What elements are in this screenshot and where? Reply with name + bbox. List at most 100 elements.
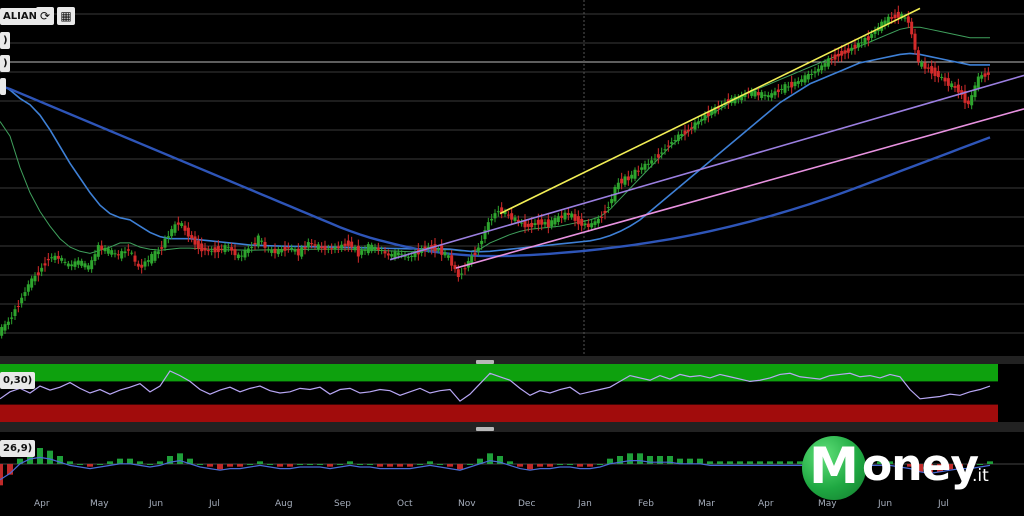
- candle-body: [796, 81, 800, 84]
- candle-body: [30, 278, 34, 288]
- candle-body: [943, 77, 947, 82]
- candle-body: [676, 134, 680, 141]
- candle-body: [406, 256, 410, 258]
- macd-bar: [637, 453, 643, 464]
- candle-body: [810, 73, 814, 75]
- candle-body: [683, 130, 687, 135]
- candle-body: [456, 269, 460, 278]
- candle-body: [696, 121, 700, 125]
- candle-body: [323, 245, 327, 250]
- candle-body: [310, 243, 314, 245]
- refresh-icon[interactable]: ⟳: [36, 7, 54, 25]
- indicator-tag-1[interactable]: ): [0, 32, 10, 49]
- candle-body: [816, 68, 820, 72]
- candle-body: [16, 306, 20, 308]
- macd-bar: [247, 464, 253, 465]
- candle-body: [196, 240, 200, 249]
- candle-body: [580, 218, 584, 226]
- macd-label[interactable]: 26,9): [0, 440, 36, 457]
- candle-body: [33, 275, 37, 282]
- candle-body: [150, 254, 154, 264]
- candle-body: [26, 284, 30, 292]
- panel-divider: [0, 422, 1024, 432]
- candle-body: [920, 62, 924, 67]
- candle-body: [600, 216, 604, 218]
- candle-body: [216, 246, 220, 253]
- candle-body: [890, 17, 894, 19]
- candle-body: [36, 272, 40, 276]
- candle-body: [166, 236, 170, 238]
- macd-bar: [257, 461, 263, 464]
- candle-body: [213, 247, 217, 253]
- macd-bar: [47, 450, 53, 464]
- candle-body: [596, 218, 600, 224]
- rsi-label[interactable]: 0,30): [0, 372, 36, 389]
- macd-bar: [97, 464, 103, 465]
- candle-body: [863, 38, 867, 45]
- macd-bar: [417, 464, 423, 465]
- candle-body: [680, 134, 684, 137]
- macd-bar: [467, 464, 473, 465]
- candle-body: [966, 100, 970, 105]
- candle-body: [126, 249, 130, 251]
- candle-body: [253, 242, 257, 245]
- candle-body: [286, 247, 290, 249]
- candle-body: [123, 251, 127, 254]
- candle-body: [533, 223, 537, 225]
- candle-body: [910, 21, 914, 35]
- panel-resize-handle-2[interactable]: [476, 427, 494, 431]
- candle-body: [110, 250, 114, 255]
- macd-bar: [627, 453, 633, 464]
- candle-body: [946, 78, 950, 86]
- macd-bar: [347, 461, 353, 464]
- macd-bar: [207, 464, 213, 467]
- macd-bar: [427, 461, 433, 464]
- candle-body: [443, 252, 447, 256]
- candle-body: [980, 75, 984, 79]
- candle-body: [930, 66, 934, 74]
- macd-bar: [87, 464, 93, 467]
- macd-bar: [717, 461, 723, 464]
- candle-body: [206, 250, 210, 252]
- candle-body: [106, 248, 110, 254]
- macd-bar: [397, 464, 403, 467]
- candle-body: [703, 114, 707, 121]
- month-label: Jun: [149, 499, 164, 509]
- candle-body: [833, 54, 837, 60]
- candle-body: [620, 178, 624, 184]
- candle-body: [390, 254, 394, 257]
- indicator-tag-2[interactable]: ): [0, 55, 10, 72]
- candle-body: [163, 238, 167, 248]
- candle-body: [103, 247, 107, 252]
- candle-body: [650, 160, 654, 164]
- candle-body: [646, 163, 650, 165]
- candle-body: [13, 309, 17, 317]
- calendar-icon[interactable]: ▦: [57, 7, 75, 25]
- candle-body: [113, 253, 117, 255]
- candle-body: [70, 264, 74, 267]
- candle-body: [120, 251, 124, 259]
- candle-body: [370, 244, 374, 252]
- candle-body: [586, 223, 590, 228]
- panel-resize-handle-1[interactable]: [476, 360, 494, 364]
- candle-body: [473, 252, 477, 255]
- candle-body: [200, 243, 204, 252]
- indicator-tag-3[interactable]: [0, 78, 6, 95]
- candle-body: [463, 268, 467, 270]
- chart-stage: ALIANE ⟳ ▦ ) ) 0,30) 26,9) Apr May Jun Jul A…: [0, 0, 1024, 516]
- candle-body: [400, 253, 404, 255]
- macd-bar: [217, 464, 223, 470]
- candle-body: [116, 254, 120, 256]
- candle-body: [916, 50, 920, 62]
- month-label: Jan: [578, 499, 592, 509]
- macd-bar: [777, 461, 783, 464]
- candle-body: [973, 85, 977, 98]
- macd-bar: [747, 461, 753, 464]
- candle-body: [823, 63, 827, 67]
- candle-body: [223, 245, 227, 253]
- candle-body: [820, 65, 824, 71]
- candle-body: [290, 247, 294, 250]
- candle-body: [656, 154, 660, 158]
- candle-body: [906, 16, 910, 23]
- macd-bar: [277, 464, 283, 467]
